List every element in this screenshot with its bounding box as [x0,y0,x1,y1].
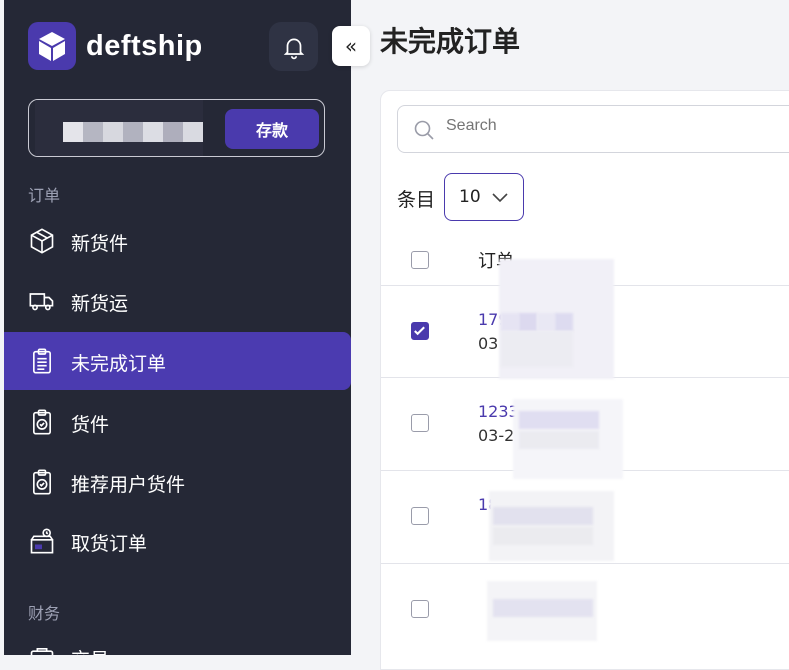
sidebar-item-shipments[interactable]: 货件 [4,393,351,451]
collapse-sidebar-button[interactable]: « [332,26,370,66]
entries-label: 条目 [397,189,436,211]
sidebar-item-new-freight[interactable]: 新货运 [4,272,351,330]
row-checkbox[interactable] [411,600,429,618]
clipboard-check-icon [28,408,56,436]
section-orders: 订单 [28,186,61,205]
entries-value: 10 [459,187,481,207]
sidebar-item-label: 未完成订单 [71,353,167,375]
section-finance: 财务 [28,604,61,623]
page-title: 未完成订单 [380,25,521,58]
sidebar-item-incomplete-orders[interactable]: 未完成订单 [4,332,351,390]
sidebar-item-label: 取货订单 [71,533,148,555]
row-checkbox[interactable] [411,414,429,432]
select-all-checkbox[interactable] [411,251,429,269]
brand[interactable]: deftship [28,22,203,70]
clipboard-icon [28,347,56,375]
sidebar-item-transactions[interactable]: 交易 [4,628,351,655]
sidebar-item-pickup-orders[interactable]: 取货订单 [4,512,351,570]
balance-box: 存款 [28,99,325,157]
check-icon [414,326,425,336]
sidebar-item-label: 推荐用户货件 [71,474,186,496]
brand-name: deftship [86,29,203,62]
chevron-down-icon [492,193,508,203]
clipboard-check-icon [28,468,56,496]
sidebar-item-referral-shipments[interactable]: 推荐用户货件 [4,453,351,511]
search-box[interactable] [397,105,789,153]
search-input[interactable] [444,116,748,136]
sidebar-item-new-shipment[interactable]: 新货件 [4,212,351,270]
wallet-icon [28,643,56,655]
redaction-overlay [479,259,629,659]
logo-icon [28,22,76,70]
sidebar-item-label: 新货运 [71,293,129,315]
search-icon [414,120,434,140]
truck-icon [28,287,56,315]
deposit-button[interactable]: 存款 [225,109,319,149]
row-checkbox[interactable] [411,322,429,340]
bell-icon [283,38,304,59]
notifications-button[interactable] [269,22,318,71]
box-icon [28,227,56,255]
sidebar-item-label: 新货件 [71,233,129,255]
sidebar-item-label: 交易 [71,645,109,655]
balance-value-redacted [35,100,203,156]
orders-card: 条目 10 订单 179 03 1233 03-2 18 [380,90,789,670]
pickup-box-icon [28,527,56,555]
row-checkbox[interactable] [411,507,429,525]
sidebar-item-label: 货件 [71,414,110,436]
sidebar: deftship 存款 订单 新货件 新货运 未完成订单 货件 推荐用户货件 取… [4,0,351,655]
entries-select[interactable]: 10 [444,173,524,221]
